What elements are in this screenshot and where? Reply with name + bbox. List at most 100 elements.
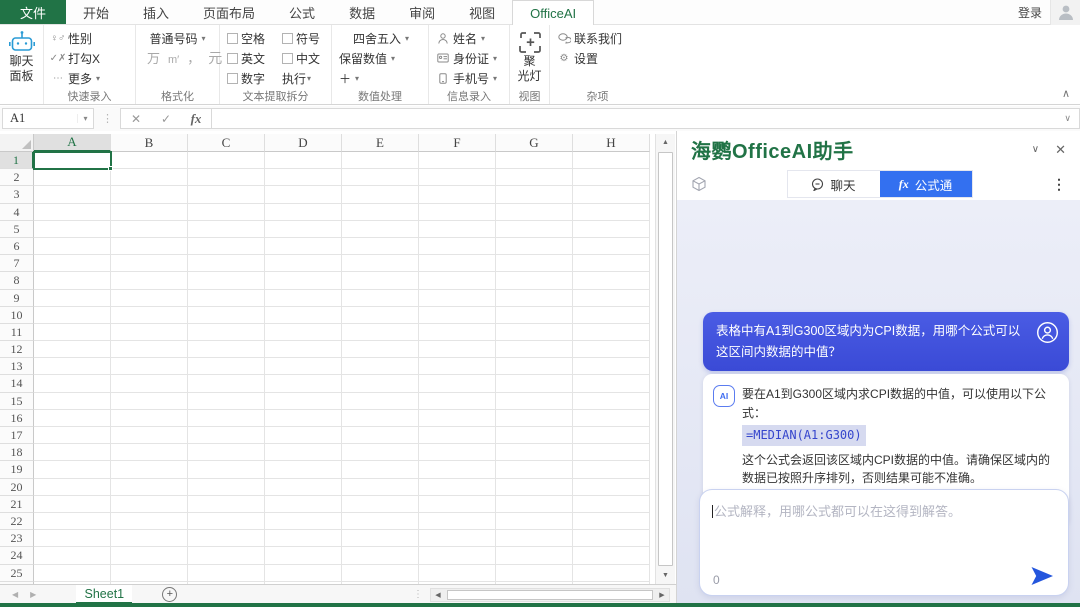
- row-header-7[interactable]: 7: [0, 255, 34, 272]
- row-header-13[interactable]: 13: [0, 358, 34, 375]
- cell-C15[interactable]: [188, 393, 265, 410]
- cell-H7[interactable]: [573, 255, 650, 272]
- cell-B2[interactable]: [111, 169, 188, 186]
- cell-E8[interactable]: [342, 272, 419, 289]
- tab-chat[interactable]: 聊天: [788, 171, 880, 197]
- cell-G24[interactable]: [496, 547, 573, 564]
- minimize-panel-button[interactable]: ∨: [1032, 144, 1039, 155]
- cell-C8[interactable]: [188, 272, 265, 289]
- tab-home[interactable]: 开始: [66, 0, 126, 24]
- cell-D10[interactable]: [265, 307, 342, 324]
- cell-H21[interactable]: [573, 496, 650, 513]
- cell-H16[interactable]: [573, 410, 650, 427]
- login-button[interactable]: 登录: [1018, 4, 1042, 21]
- tab-review[interactable]: 审阅: [392, 0, 452, 24]
- scroll-right-button[interactable]: ▶: [655, 591, 669, 599]
- cell-B10[interactable]: [111, 307, 188, 324]
- cell-B20[interactable]: [111, 479, 188, 496]
- sqm-format-button[interactable]: m′: [168, 54, 179, 66]
- cell-C22[interactable]: [188, 513, 265, 530]
- cell-D5[interactable]: [265, 221, 342, 238]
- cell-H4[interactable]: [573, 204, 650, 221]
- scroll-down-button[interactable]: ▼: [656, 567, 675, 584]
- cell-G5[interactable]: [496, 221, 573, 238]
- row-header-18[interactable]: 18: [0, 444, 34, 461]
- cell-D13[interactable]: [265, 358, 342, 375]
- cell-B21[interactable]: [111, 496, 188, 513]
- tab-data[interactable]: 数据: [332, 0, 392, 24]
- column-header-H[interactable]: H: [573, 134, 650, 152]
- spotlight-button[interactable]: 聚 光灯: [517, 28, 542, 91]
- cell-G6[interactable]: [496, 238, 573, 255]
- cell-G2[interactable]: [496, 169, 573, 186]
- cell-B22[interactable]: [111, 513, 188, 530]
- cell-B7[interactable]: [111, 255, 188, 272]
- chat-input-box[interactable]: 公式解释，用哪公式都可以在这得到解答。 0: [699, 489, 1069, 596]
- row-header-22[interactable]: 22: [0, 513, 34, 530]
- cell-E24[interactable]: [342, 547, 419, 564]
- cell-C9[interactable]: [188, 290, 265, 307]
- formula-code[interactable]: =MEDIAN(A1:G300): [742, 425, 866, 446]
- cell-G7[interactable]: [496, 255, 573, 272]
- cell-H8[interactable]: [573, 272, 650, 289]
- cell-E10[interactable]: [342, 307, 419, 324]
- cell-B14[interactable]: [111, 375, 188, 392]
- cell-B1[interactable]: [111, 152, 188, 169]
- cell-C16[interactable]: [188, 410, 265, 427]
- wan-format-button[interactable]: 万: [147, 48, 160, 67]
- cell-A9[interactable]: [34, 290, 111, 307]
- cell-A18[interactable]: [34, 444, 111, 461]
- cell-H13[interactable]: [573, 358, 650, 375]
- cell-D1[interactable]: [265, 152, 342, 169]
- cell-C17[interactable]: [188, 427, 265, 444]
- row-header-15[interactable]: 15: [0, 393, 34, 410]
- cell-B19[interactable]: [111, 461, 188, 478]
- cell-G4[interactable]: [496, 204, 573, 221]
- cell-G9[interactable]: [496, 290, 573, 307]
- cell-B24[interactable]: [111, 547, 188, 564]
- cell-F23[interactable]: [419, 530, 496, 547]
- cell-D24[interactable]: [265, 547, 342, 564]
- formula-input[interactable]: ∨: [212, 108, 1080, 129]
- cell-F17[interactable]: [419, 427, 496, 444]
- cell-F16[interactable]: [419, 410, 496, 427]
- cell-A19[interactable]: [34, 461, 111, 478]
- cell-G3[interactable]: [496, 186, 573, 203]
- cell-E4[interactable]: [342, 204, 419, 221]
- cell-G1[interactable]: [496, 152, 573, 169]
- cell-A22[interactable]: [34, 513, 111, 530]
- cell-G19[interactable]: [496, 461, 573, 478]
- cell-D23[interactable]: [265, 530, 342, 547]
- cell-B3[interactable]: [111, 186, 188, 203]
- scroll-left-button[interactable]: ◀: [431, 591, 445, 599]
- cell-F5[interactable]: [419, 221, 496, 238]
- cell-B17[interactable]: [111, 427, 188, 444]
- cell-B25[interactable]: [111, 565, 188, 582]
- cell-H17[interactable]: [573, 427, 650, 444]
- cell-E19[interactable]: [342, 461, 419, 478]
- cell-G16[interactable]: [496, 410, 573, 427]
- chinese-checkbox[interactable]: 中文: [282, 50, 320, 67]
- cell-A13[interactable]: [34, 358, 111, 375]
- panel-menu-button[interactable]: ⋮: [1052, 176, 1066, 193]
- cell-B9[interactable]: [111, 290, 188, 307]
- column-header-D[interactable]: D: [265, 134, 342, 152]
- cell-E12[interactable]: [342, 341, 419, 358]
- row-header-23[interactable]: 23: [0, 530, 34, 547]
- chevron-down-icon[interactable]: ▾: [77, 114, 93, 123]
- cell-C3[interactable]: [188, 186, 265, 203]
- digit-checkbox[interactable]: 数字: [227, 70, 279, 87]
- cell-H22[interactable]: [573, 513, 650, 530]
- cell-A4[interactable]: [34, 204, 111, 221]
- cell-D20[interactable]: [265, 479, 342, 496]
- cell-A5[interactable]: [34, 221, 111, 238]
- cell-E17[interactable]: [342, 427, 419, 444]
- cell-B5[interactable]: [111, 221, 188, 238]
- cell-C18[interactable]: [188, 444, 265, 461]
- cell-A8[interactable]: [34, 272, 111, 289]
- cell-F13[interactable]: [419, 358, 496, 375]
- row-header-20[interactable]: 20: [0, 479, 34, 496]
- cell-C7[interactable]: [188, 255, 265, 272]
- cell-G8[interactable]: [496, 272, 573, 289]
- cell-E18[interactable]: [342, 444, 419, 461]
